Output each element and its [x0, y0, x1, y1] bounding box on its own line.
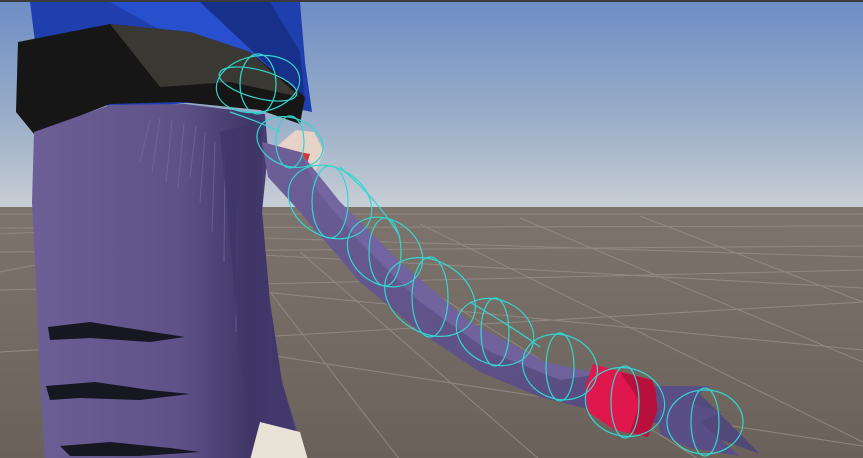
scene-canvas[interactable]	[0, 2, 863, 458]
scene-viewport[interactable]	[0, 0, 863, 458]
